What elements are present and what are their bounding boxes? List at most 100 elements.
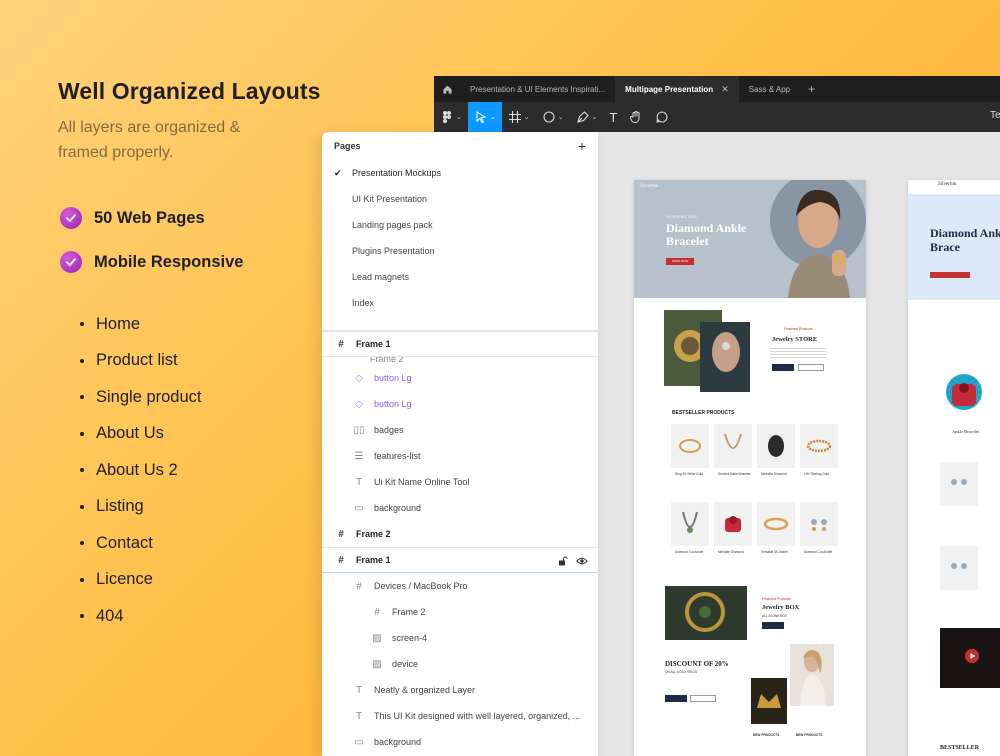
eye-icon[interactable] (576, 556, 588, 566)
product-card[interactable] (757, 424, 795, 468)
ring-box-image (725, 516, 741, 532)
page-item[interactable]: ✔ Presentation Mockups (322, 160, 598, 186)
product-card[interactable] (671, 502, 709, 546)
black-jewel-image (768, 435, 784, 457)
jewelry-box-image (665, 586, 747, 640)
product-name: Sereina Ankle Bracelet (718, 472, 751, 476)
artboard-home[interactable]: Silverbin IN SPRING 2024 Diamond Ankle B… (634, 180, 866, 756)
tab-multipage-presentation[interactable]: Multipage Presentation ✕ (615, 76, 739, 102)
layer-button-lg[interactable]: ◇ button Lg (322, 391, 598, 417)
layers-panel: Pages + ✔ Presentation Mockups UI Kit Pre… (322, 132, 598, 756)
figma-logo-icon (443, 111, 451, 123)
toolbar-right-label: Te (990, 110, 1000, 121)
tab-sass-app[interactable]: Sass & App (739, 76, 800, 102)
rows-icon: ☰ (354, 450, 364, 462)
layer-background[interactable]: ▭ background (322, 495, 598, 521)
hero-button[interactable] (930, 272, 970, 278)
text-icon: T (355, 684, 363, 696)
page-item[interactable]: Landing pages pack (322, 212, 598, 238)
close-icon[interactable]: ✕ (721, 84, 729, 95)
store-title: Jewelry STORE (772, 336, 818, 343)
layer-frame-1[interactable]: # Frame 1 (322, 331, 598, 357)
page-item[interactable]: Lead magnets (322, 264, 598, 290)
discount-more-button[interactable] (690, 695, 716, 702)
layer-device[interactable]: ▨ device (322, 651, 598, 677)
featured-label: Featured Products (762, 597, 791, 601)
pen-tool-button[interactable]: ⌄ (570, 102, 604, 132)
paragraph-lines (770, 348, 826, 358)
brand-logo: Silverbin (640, 184, 659, 189)
hero-headline: Diamond Ankle Bracelet (666, 221, 747, 248)
box-subtitle: ALL IN ONE BOX (762, 614, 788, 618)
columns-icon: ▯▯ (353, 424, 365, 436)
shop-now-button[interactable]: SHOP NOW (666, 258, 694, 265)
artboard-product[interactable]: Silverbin Diamond Ankle Brace Ankle Brac… (908, 180, 1000, 756)
tab-presentation-ui[interactable]: Presentation & UI Elements Inspirati... (460, 76, 615, 102)
layer-button-lg[interactable]: ◇ button Lg (322, 365, 598, 391)
layer-ui-kit-name[interactable]: T Ui Kit Name Online Tool (322, 469, 598, 495)
unlock-icon[interactable] (558, 556, 568, 566)
product-name: Versatile 6K Anklet (761, 550, 788, 554)
featured-label: Featured Products (784, 327, 813, 331)
layer-devices-macbook[interactable]: # Devices / MacBook Pro (322, 573, 598, 599)
image-icon: ▨ (372, 658, 382, 670)
comment-tool-button[interactable] (649, 102, 675, 132)
home-icon[interactable] (434, 76, 460, 102)
new-tab-icon[interactable]: + (808, 82, 815, 96)
hero-subtitle: All layers are organized & framed proper… (58, 119, 241, 161)
layer-frame-2-clipped[interactable]: Frame 2 (322, 357, 598, 365)
checkmark-icon: ✔ (334, 167, 342, 178)
discount-shop-button[interactable] (665, 695, 687, 702)
layer-neatly-organized[interactable]: T Neatly & organized Layer (322, 677, 598, 703)
product-card[interactable] (940, 462, 978, 506)
layer-background-child[interactable]: ▭ background (322, 729, 598, 755)
layer-frame-1-selected[interactable]: # Frame 1 (322, 547, 598, 573)
frame-icon: # (374, 606, 380, 618)
layer-features-list[interactable]: ☰ features-list (322, 443, 598, 469)
jewelry-collage-image (664, 310, 750, 392)
page-item[interactable]: Index (322, 290, 598, 316)
text-tool-button[interactable]: T (603, 102, 623, 132)
more-button[interactable] (798, 364, 824, 371)
page-item[interactable]: UI Kit Presentation (322, 186, 598, 212)
list-item: Single product (80, 385, 202, 409)
bestseller-title: BESTSELLER (940, 745, 980, 751)
product-card[interactable] (800, 502, 838, 546)
add-page-icon[interactable]: + (578, 138, 586, 154)
gold-bangle-image (763, 517, 789, 531)
crown-photo-image (751, 678, 787, 724)
comment-icon (656, 111, 668, 123)
layer-frame-2-child[interactable]: # Frame 2 (322, 599, 598, 625)
layer-badges[interactable]: ▯▯ badges (322, 417, 598, 443)
product-card[interactable] (757, 502, 795, 546)
move-tool-button[interactable]: ⌄ (467, 102, 502, 132)
product-card[interactable] (671, 424, 709, 468)
product-card[interactable] (714, 502, 752, 546)
figma-menu-button[interactable]: ⌄ (434, 102, 468, 132)
feature-item: 50 Web Pages (60, 206, 243, 230)
pages-title: Pages (334, 141, 361, 151)
discount-title: DISCOUNT OF 20% (665, 660, 729, 668)
layer-frame-2[interactable]: # Frame 2 (322, 521, 598, 547)
brand-logo: Silverbin (938, 182, 957, 187)
feature-label: Mobile Responsive (94, 252, 244, 271)
play-icon (965, 649, 979, 663)
hand-tool-button[interactable] (623, 102, 649, 132)
list-item: 404 (80, 604, 202, 628)
product-card[interactable] (940, 546, 978, 590)
product-card[interactable] (714, 424, 752, 468)
shop-button[interactable] (772, 364, 794, 371)
product-card[interactable] (800, 424, 838, 468)
text-icon: T (609, 109, 618, 125)
product-name: 14K Sterling Gold (804, 472, 829, 476)
box-shop-button[interactable] (762, 622, 784, 629)
layer-screen-4[interactable]: ▨ screen-4 (322, 625, 598, 651)
shape-tool-button[interactable]: ⌄ (536, 102, 570, 132)
page-item[interactable]: Plugins Presentation (322, 238, 598, 264)
frame-tool-button[interactable]: ⌄ (502, 102, 536, 132)
video-thumbnail[interactable] (940, 628, 1000, 688)
check-icon (60, 207, 82, 229)
box-title: Jewelry BOX (762, 604, 800, 611)
toolbar: ⌄ ⌄ ⌄ ⌄ ⌄ T Te (434, 102, 1000, 132)
layer-ui-kit-description[interactable]: T This UI Kit designed with well layered,… (322, 703, 598, 729)
